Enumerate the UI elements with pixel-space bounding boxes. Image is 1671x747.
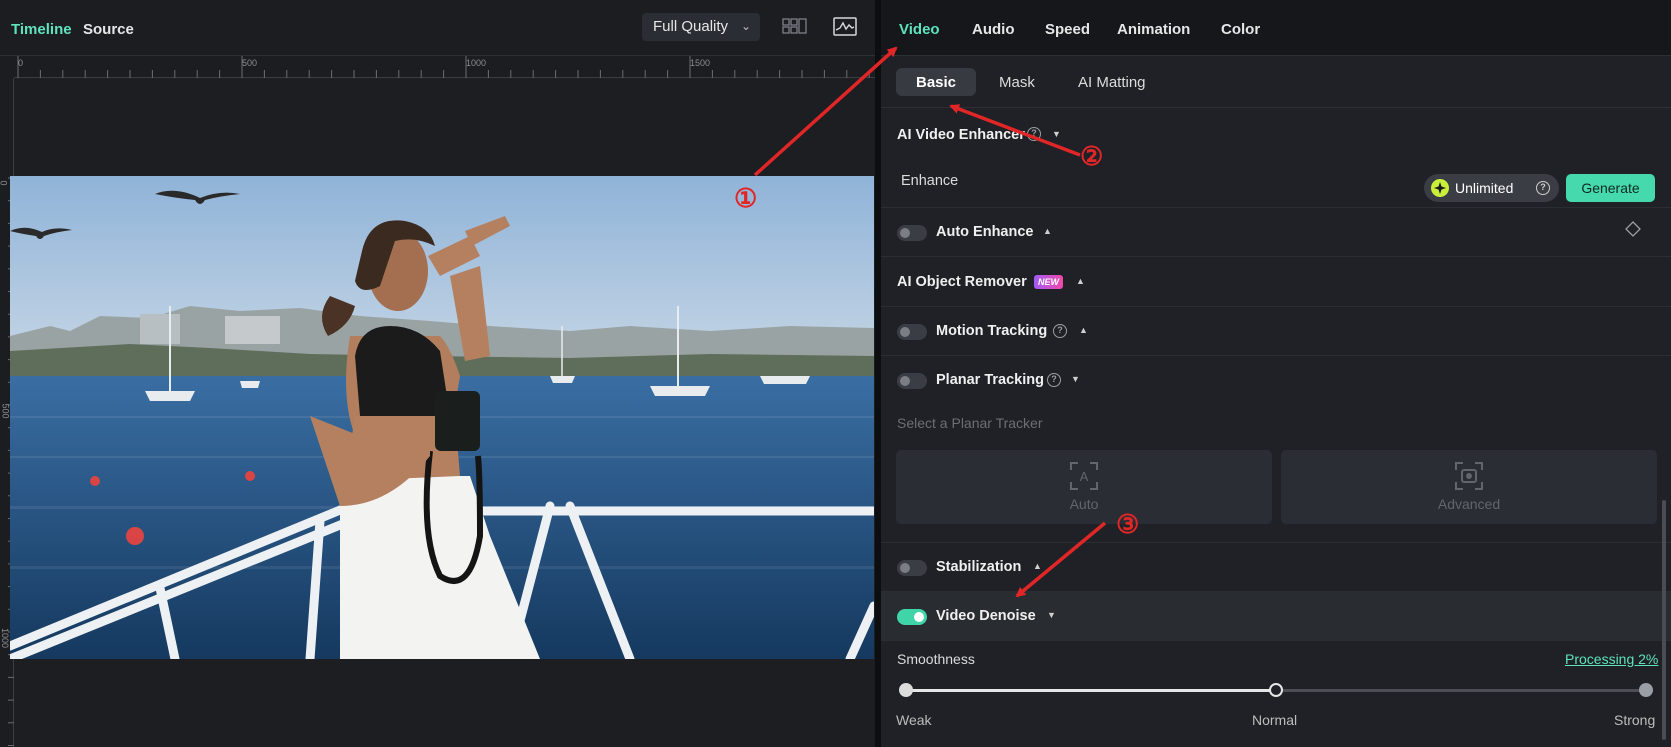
smoothness-slider-fill [906, 689, 1276, 692]
advanced-tracker-label: Advanced [1437, 496, 1501, 512]
tab-animation[interactable]: Animation [1117, 21, 1190, 38]
stabilization-toggle[interactable] [897, 560, 927, 576]
generate-button[interactable]: Generate [1566, 174, 1655, 202]
tab-audio[interactable]: Audio [972, 21, 1015, 38]
planar-tracker-hint: Select a Planar Tracker [897, 415, 1043, 431]
help-icon[interactable]: ? [1536, 181, 1550, 195]
caret-up-icon[interactable]: ▲ [1079, 325, 1088, 335]
property-tabs: Video Audio Speed Animation Color [881, 0, 1671, 56]
svg-text:A: A [1080, 469, 1089, 484]
ai-object-remover-title: AI Object Remover [897, 274, 1027, 290]
subtab-ai-matting[interactable]: AI Matting [1058, 68, 1166, 96]
subtab-mask[interactable]: Mask [979, 68, 1055, 96]
help-icon[interactable]: ? [1027, 127, 1041, 141]
video-sub-tabs: Basic Mask AI Matting [881, 56, 1671, 108]
tab-video[interactable]: Video [899, 21, 940, 38]
unlimited-badge[interactable]: Unlimited ? [1424, 174, 1559, 202]
caret-down-icon[interactable]: ▼ [1047, 610, 1056, 620]
processing-status[interactable]: Processing 2% [1565, 651, 1658, 667]
sparkle-icon [1431, 179, 1449, 197]
level-weak-label: Weak [896, 712, 932, 728]
caret-down-icon[interactable]: ▼ [1071, 374, 1080, 384]
advanced-tracker-button[interactable]: Advanced [1281, 450, 1657, 524]
tab-source[interactable]: Source [83, 21, 134, 38]
subtab-basic[interactable]: Basic [896, 68, 977, 96]
grid-view-icon[interactable] [782, 16, 808, 38]
keyframe-diamond-icon[interactable] [1625, 221, 1641, 242]
unlimited-label: Unlimited [1455, 180, 1514, 196]
auto-enhance-row: Auto Enhance ▲ [881, 208, 1671, 257]
caret-up-icon[interactable]: ▲ [1043, 226, 1052, 236]
ai-video-enhancer-title: AI Video Enhancer [897, 127, 1025, 143]
caret-up-icon[interactable]: ▲ [1076, 276, 1085, 286]
ruler-label: 0 [18, 58, 24, 68]
auto-tracker-button[interactable]: A Auto [896, 450, 1272, 524]
motion-tracking-toggle[interactable] [897, 324, 927, 340]
slider-stop-strong[interactable] [1639, 683, 1653, 697]
ruler-label: 500 [242, 58, 258, 68]
chevron-down-icon: ⌄ [740, 19, 751, 33]
stabilization-row: Stabilization ▲ [881, 543, 1671, 592]
video-denoise-toggle[interactable] [897, 609, 927, 625]
ruler-label: 1500 [690, 58, 711, 68]
preview-toolbar: Timeline Source Full Quality ⌄ [0, 0, 875, 56]
properties-panel: Video Audio Speed Animation Color Basic … [881, 0, 1671, 747]
quality-value: Full Quality [653, 18, 729, 35]
video-denoise-row: Video Denoise ▼ [881, 592, 1671, 641]
preview-panel: Timeline Source Full Quality ⌄ 0 500 100… [0, 0, 875, 747]
waveform-monitor-icon[interactable] [832, 16, 858, 38]
motion-tracking-title: Motion Tracking [936, 323, 1048, 339]
quality-dropdown[interactable]: Full Quality ⌄ [642, 13, 760, 41]
planar-tracking-toggle[interactable] [897, 373, 927, 389]
level-normal-label: Normal [1252, 712, 1298, 728]
video-frame[interactable] [10, 176, 874, 659]
auto-track-icon: A [1070, 462, 1098, 490]
auto-enhance-toggle[interactable] [897, 225, 927, 241]
new-badge: NEW [1034, 275, 1063, 289]
planar-tracking-title: Planar Tracking [936, 372, 1044, 388]
enhance-label: Enhance [901, 173, 959, 189]
motion-tracking-row: Motion Tracking ? ▲ [881, 307, 1671, 356]
slider-stop-weak[interactable] [899, 683, 913, 697]
stabilization-title: Stabilization [936, 559, 1022, 575]
panel-scrollbar[interactable] [1662, 500, 1666, 740]
smoothness-slider-thumb[interactable] [1269, 683, 1283, 697]
tab-color[interactable]: Color [1221, 21, 1260, 38]
horizontal-ruler: 0 500 1000 1500 [14, 56, 875, 78]
help-icon[interactable]: ? [1047, 373, 1061, 387]
ai-object-remover-row: AI Object Remover NEW ▲ [881, 257, 1671, 307]
caret-up-icon[interactable]: ▲ [1033, 561, 1042, 571]
ruler-label: 1000 [0, 627, 11, 649]
level-strong-label: Strong [1614, 712, 1656, 728]
smoothness-label: Smoothness [897, 651, 975, 667]
ruler-label: 0 [0, 180, 9, 185]
help-icon[interactable]: ? [1053, 324, 1067, 338]
auto-enhance-title: Auto Enhance [936, 224, 1034, 240]
video-denoise-title: Video Denoise [936, 608, 1036, 624]
advanced-track-icon [1455, 462, 1483, 490]
ruler-label: 1000 [466, 58, 487, 68]
tab-timeline[interactable]: Timeline [11, 21, 72, 38]
auto-tracker-label: Auto [1069, 496, 1099, 512]
caret-down-icon[interactable]: ▼ [1052, 129, 1061, 139]
tab-speed[interactable]: Speed [1045, 21, 1090, 38]
